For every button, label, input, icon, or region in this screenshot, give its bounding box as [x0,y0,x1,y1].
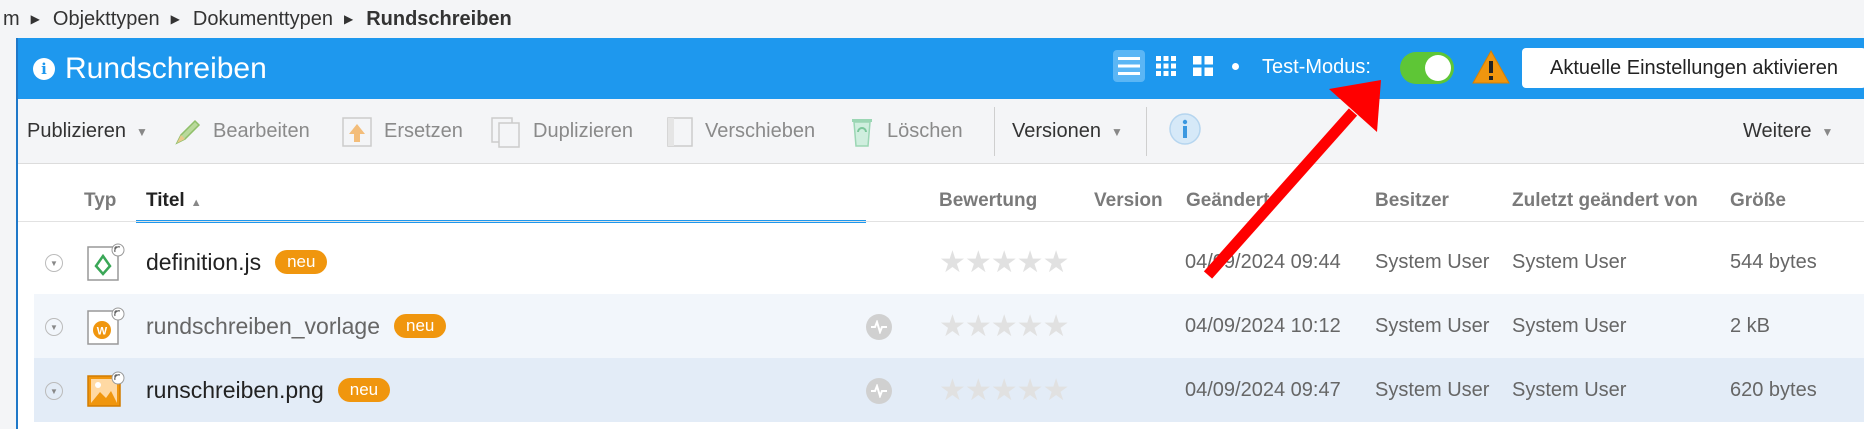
table-header: Typ Titel ▲ Bewertung Version Geändert Be… [18,180,1864,224]
move-icon [665,115,695,149]
rating-stars[interactable]: ★★★★★ [939,245,1069,280]
pencil-icon [173,117,203,147]
column-header-rating[interactable]: Bewertung [939,190,1037,212]
file-name[interactable]: rundschreiben_vorlage [146,313,380,340]
breadcrumb-item-dokumenttypen[interactable]: Dokumenttypen [190,8,336,31]
list-view-icon[interactable] [1113,50,1145,82]
test-mode-label: Test-Modus: [1262,56,1371,78]
action-toolbar: Publizieren ▼ Bearbeiten Ersetzen Dupliz… [18,99,1864,164]
publish-label: Publizieren [27,120,126,142]
rating-stars[interactable]: ★★★★★ [939,309,1069,344]
chevron-down-icon: ▼ [135,124,148,139]
modified-date: 04/09/2024 09:44 [1185,250,1341,273]
duplicate-icon [489,115,523,149]
new-badge: neu [337,378,391,402]
column-header-owner[interactable]: Besitzer [1375,190,1449,212]
column-header-modified-by[interactable]: Zuletzt geändert von [1512,190,1698,212]
js-file-icon [86,242,126,287]
column-header-size[interactable]: Größe [1730,190,1786,212]
versions-label: Versionen [1012,120,1101,142]
activity-icon[interactable] [866,378,892,404]
word-template-icon: W [86,306,126,351]
recycle-bin-icon [847,116,877,148]
column-header-title[interactable]: Titel ▲ [146,190,202,212]
breadcrumb-item-objekttypen[interactable]: Objekttypen [50,8,163,31]
toolbar-divider [994,107,995,156]
view-switcher [1113,50,1239,82]
file-size: 544 bytes [1730,250,1817,273]
sort-ascending-icon: ▲ [190,197,202,209]
column-header-title-label: Titel [146,190,185,211]
breadcrumb-item-root[interactable]: m [0,8,23,31]
owner-name: System User [1375,250,1490,273]
table-row[interactable]: ▼ definition.js neu ★★★★★ 04/09/2024 09:… [34,230,1864,294]
left-panel-edge [0,38,18,429]
breadcrumb-separator-icon: ▶ [30,12,40,26]
owner-name: System User [1375,314,1490,337]
edit-label: Bearbeiten [213,120,310,142]
more-menu[interactable]: Weitere ▼ [1743,99,1833,164]
warning-icon[interactable] [1472,49,1510,89]
grid-small-view-icon[interactable] [1150,50,1182,82]
delete-label: Löschen [887,120,963,142]
page: m ▶ Objekttypen ▶ Dokumenttypen ▶ Rundsc… [0,0,1864,429]
toolbar-divider [1146,107,1147,156]
duplicate-button[interactable]: Duplizieren [489,99,633,164]
edit-button[interactable]: Bearbeiten [173,99,310,164]
toggle-knob [1425,55,1451,81]
modified-by-name: System User [1512,378,1627,401]
move-button[interactable]: Verschieben [665,99,815,164]
owner-name: System User [1375,378,1490,401]
file-name[interactable]: definition.js [146,249,261,276]
grid-large-view-icon[interactable] [1187,50,1219,82]
info-icon[interactable]: i [33,57,55,80]
row-expand-icon[interactable]: ▼ [45,254,63,272]
breadcrumb-separator-icon: ▶ [343,12,354,26]
modified-date: 04/09/2024 09:47 [1185,378,1341,401]
test-mode-toggle[interactable] [1400,52,1454,84]
column-header-modified[interactable]: Geändert [1186,190,1269,212]
table-row[interactable]: ▼ W rundschreiben_vorlage neu ★★★★★ 04/0… [34,294,1864,358]
row-expand-icon[interactable]: ▼ [45,382,63,400]
activity-icon[interactable] [866,314,892,340]
file-name[interactable]: runschreiben.png [146,377,324,404]
image-file-icon [86,370,126,415]
replace-label: Ersetzen [384,120,463,142]
file-size: 2 kB [1730,314,1771,337]
duplicate-label: Duplizieren [533,120,634,142]
modified-by-name: System User [1512,250,1627,273]
breadcrumb: m ▶ Objekttypen ▶ Dokumenttypen ▶ Rundsc… [0,0,1864,38]
view-more-dot-icon[interactable] [1232,62,1239,70]
versions-menu[interactable]: Versionen ▼ [1012,99,1123,164]
activate-settings-button[interactable]: Aktuelle Einstellungen aktivieren [1522,48,1864,88]
replace-button[interactable]: Ersetzen [340,99,463,164]
move-label: Verschieben [705,120,816,142]
info-button[interactable] [1168,99,1202,164]
breadcrumb-separator-icon: ▶ [170,12,180,26]
table-row[interactable]: ▼ runschreiben.png neu ★★★★★ 04/09/2024 … [34,358,1864,422]
modified-date: 04/09/2024 10:12 [1185,314,1341,337]
delete-button[interactable]: Löschen [847,99,963,164]
row-expand-icon[interactable]: ▼ [45,318,63,336]
breadcrumb-current: Rundschreiben [366,7,512,30]
page-header: i Rundschreiben Test-Modus: Aktuelle Ein… [18,38,1864,99]
svg-text:W: W [97,326,108,338]
chevron-down-icon: ▼ [1110,124,1123,139]
more-label: Weitere [1743,120,1812,142]
new-badge: neu [394,314,447,338]
table-header-divider [18,221,1864,222]
publish-menu[interactable]: Publizieren ▼ [27,99,148,164]
info-circle-icon [1168,112,1202,152]
rating-stars[interactable]: ★★★★★ [939,373,1069,408]
column-header-type[interactable]: Typ [84,190,116,212]
new-badge: neu [275,250,328,274]
upload-replace-icon [340,115,374,149]
page-title: Rundschreiben [65,51,267,85]
chevron-down-icon: ▼ [1821,124,1834,139]
column-header-version[interactable]: Version [1094,190,1163,212]
file-size: 620 bytes [1730,378,1817,401]
modified-by-name: System User [1512,314,1627,337]
